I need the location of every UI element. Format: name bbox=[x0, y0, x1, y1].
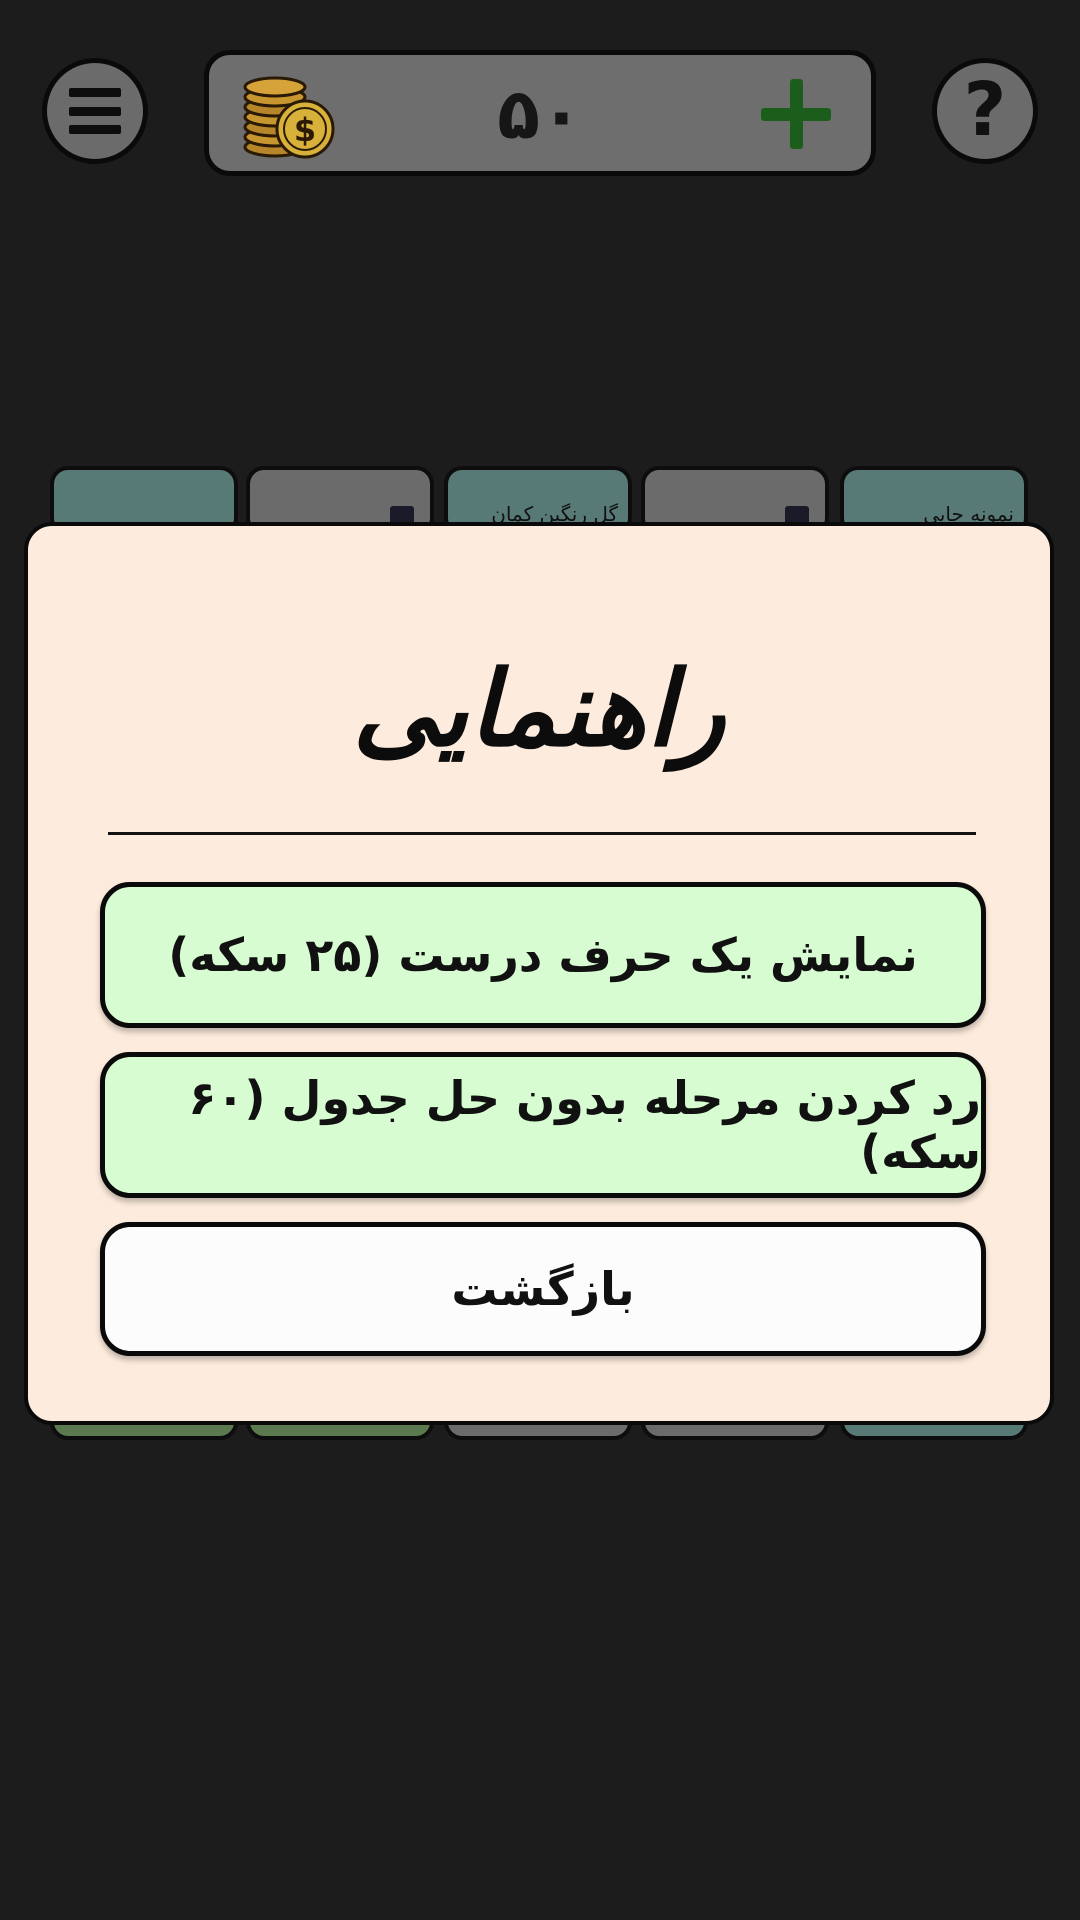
skip-level-button[interactable]: رد کردن مرحله بدون حل جدول (۶۰ سکه) bbox=[100, 1052, 986, 1198]
help-button[interactable]: ? bbox=[932, 58, 1038, 164]
back-button[interactable]: بازگشت bbox=[100, 1222, 986, 1356]
coin-balance-bar: $ ۵۰ bbox=[204, 50, 876, 176]
back-label: بازگشت bbox=[451, 1262, 635, 1316]
game-screen: $ ۵۰ ? گل رنگین کمان نمونه جایی راهنمایی bbox=[0, 0, 1080, 1920]
reveal-letter-label: نمایش یک حرف درست (۲۵ سکه) bbox=[168, 928, 918, 982]
hamburger-menu-icon bbox=[69, 88, 121, 134]
reveal-letter-button[interactable]: نمایش یک حرف درست (۲۵ سکه) bbox=[100, 882, 986, 1028]
menu-button[interactable] bbox=[42, 58, 148, 164]
skip-level-label: رد کردن مرحله بدون حل جدول (۶۰ سکه) bbox=[188, 1071, 981, 1179]
dialog-title: راهنمایی bbox=[352, 647, 726, 770]
add-coins-button[interactable] bbox=[761, 79, 831, 149]
question-mark-icon: ? bbox=[963, 67, 1007, 153]
hint-dialog: راهنمایی نمایش یک حرف درست (۲۵ سکه) رد ک… bbox=[24, 522, 1054, 1425]
divider bbox=[108, 832, 976, 835]
